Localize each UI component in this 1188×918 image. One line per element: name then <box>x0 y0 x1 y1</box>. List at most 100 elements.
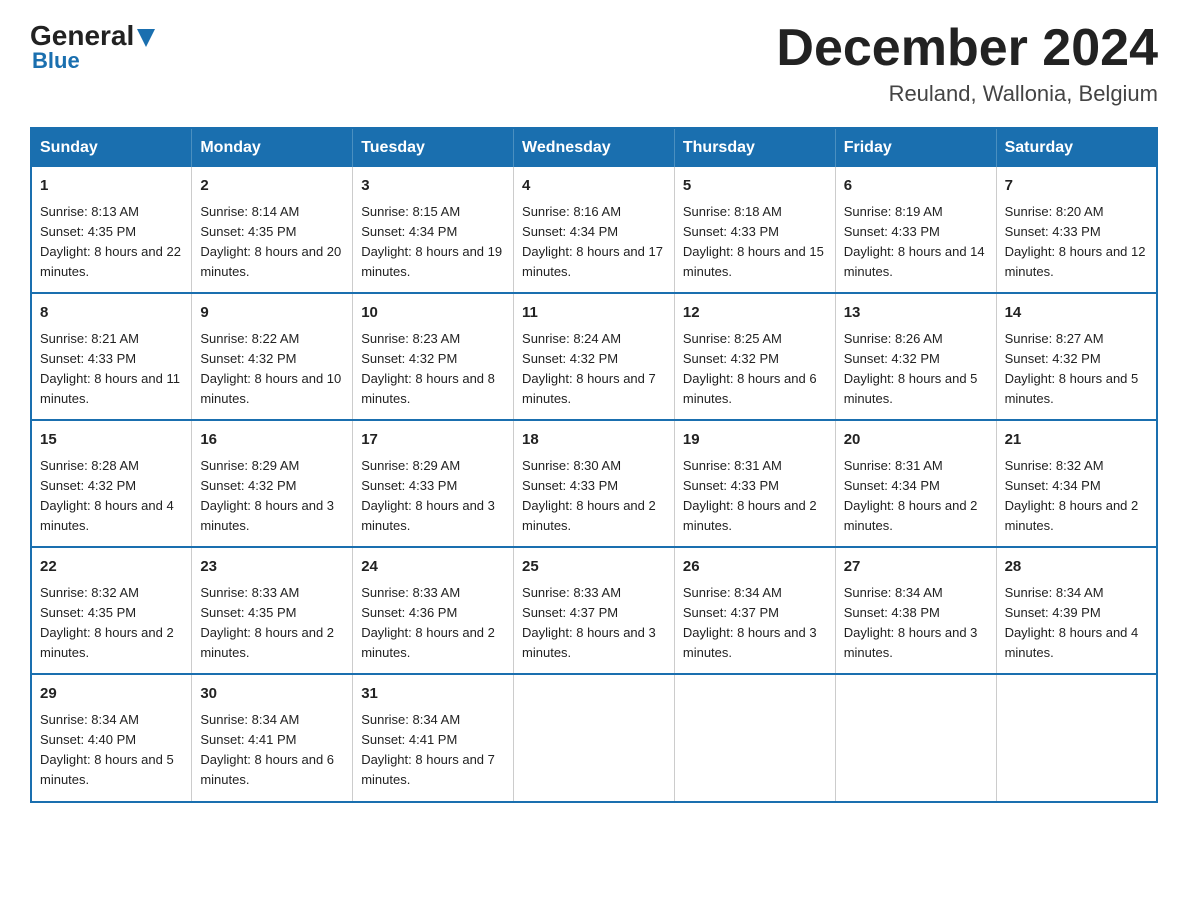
day-info: Sunrise: 8:26 AMSunset: 4:32 PMDaylight:… <box>844 329 988 410</box>
day-info: Sunrise: 8:27 AMSunset: 4:32 PMDaylight:… <box>1005 329 1148 410</box>
day-info: Sunrise: 8:20 AMSunset: 4:33 PMDaylight:… <box>1005 202 1148 283</box>
day-number: 23 <box>200 556 344 579</box>
calendar-header-friday: Friday <box>835 128 996 167</box>
calendar-header-thursday: Thursday <box>674 128 835 167</box>
day-number: 16 <box>200 429 344 452</box>
day-info: Sunrise: 8:13 AMSunset: 4:35 PMDaylight:… <box>40 202 183 283</box>
calendar-cell: 30Sunrise: 8:34 AMSunset: 4:41 PMDayligh… <box>192 674 353 801</box>
location-title: Reuland, Wallonia, Belgium <box>776 81 1158 107</box>
calendar-cell: 17 Sunrise: 8:29 AMSunset: 4:33 PMDayligh… <box>353 420 514 547</box>
day-number: 30 <box>200 683 344 706</box>
calendar-week-1: 1 Sunrise: 8:13 AMSunset: 4:35 PMDaylight… <box>31 167 1157 293</box>
day-info: Sunrise: 8:16 AMSunset: 4:34 PMDaylight:… <box>522 202 666 283</box>
day-info: Sunrise: 8:29 AMSunset: 4:32 PMDaylight:… <box>200 456 344 537</box>
calendar-table: SundayMondayTuesdayWednesdayThursdayFrid… <box>30 127 1158 802</box>
calendar-cell: 4 Sunrise: 8:16 AMSunset: 4:34 PMDaylight… <box>514 167 675 293</box>
calendar-cell <box>674 674 835 801</box>
calendar-cell: 11Sunrise: 8:24 AMSunset: 4:32 PMDayligh… <box>514 293 675 420</box>
day-info: Sunrise: 8:15 AMSunset: 4:34 PMDaylight:… <box>361 202 505 283</box>
title-section: December 2024 Reuland, Wallonia, Belgium <box>776 20 1158 107</box>
calendar-cell: 10Sunrise: 8:23 AMSunset: 4:32 PMDayligh… <box>353 293 514 420</box>
day-number: 24 <box>361 556 505 579</box>
day-number: 17 <box>361 429 505 452</box>
calendar-cell: 2 Sunrise: 8:14 AMSunset: 4:35 PMDaylight… <box>192 167 353 293</box>
day-number: 28 <box>1005 556 1148 579</box>
day-info: Sunrise: 8:34 AMSunset: 4:39 PMDaylight:… <box>1005 583 1148 664</box>
calendar-header-sunday: Sunday <box>31 128 192 167</box>
calendar-cell: 12Sunrise: 8:25 AMSunset: 4:32 PMDayligh… <box>674 293 835 420</box>
day-number: 2 <box>200 175 344 198</box>
page-header: General Blue December 2024 Reuland, Wall… <box>30 20 1158 107</box>
calendar-week-4: 22 Sunrise: 8:32 AMSunset: 4:35 PMDayligh… <box>31 547 1157 674</box>
day-info: Sunrise: 8:23 AMSunset: 4:32 PMDaylight:… <box>361 329 505 410</box>
calendar-cell: 1 Sunrise: 8:13 AMSunset: 4:35 PMDaylight… <box>31 167 192 293</box>
calendar-week-3: 15 Sunrise: 8:28 AMSunset: 4:32 PMDayligh… <box>31 420 1157 547</box>
day-info: Sunrise: 8:33 AMSunset: 4:35 PMDaylight:… <box>200 583 344 664</box>
calendar-cell: 26 Sunrise: 8:34 AMSunset: 4:37 PMDayligh… <box>674 547 835 674</box>
day-info: Sunrise: 8:25 AMSunset: 4:32 PMDaylight:… <box>683 329 827 410</box>
calendar-cell: 31 Sunrise: 8:34 AMSunset: 4:41 PMDayligh… <box>353 674 514 801</box>
day-info: Sunrise: 8:19 AMSunset: 4:33 PMDaylight:… <box>844 202 988 283</box>
day-number: 6 <box>844 175 988 198</box>
day-info: Sunrise: 8:34 AMSunset: 4:37 PMDaylight:… <box>683 583 827 664</box>
calendar-header-tuesday: Tuesday <box>353 128 514 167</box>
day-number: 26 <box>683 556 827 579</box>
calendar-week-2: 8 Sunrise: 8:21 AMSunset: 4:33 PMDaylight… <box>31 293 1157 420</box>
day-info: Sunrise: 8:14 AMSunset: 4:35 PMDaylight:… <box>200 202 344 283</box>
day-number: 31 <box>361 683 505 706</box>
day-number: 22 <box>40 556 183 579</box>
day-number: 25 <box>522 556 666 579</box>
calendar-cell <box>835 674 996 801</box>
calendar-cell: 8 Sunrise: 8:21 AMSunset: 4:33 PMDaylight… <box>31 293 192 420</box>
calendar-cell: 5Sunrise: 8:18 AMSunset: 4:33 PMDaylight… <box>674 167 835 293</box>
day-number: 14 <box>1005 302 1148 325</box>
day-number: 8 <box>40 302 183 325</box>
day-info: Sunrise: 8:33 AMSunset: 4:36 PMDaylight:… <box>361 583 505 664</box>
calendar-cell: 22 Sunrise: 8:32 AMSunset: 4:35 PMDayligh… <box>31 547 192 674</box>
day-number: 20 <box>844 429 988 452</box>
calendar-cell: 18Sunrise: 8:30 AMSunset: 4:33 PMDayligh… <box>514 420 675 547</box>
calendar-header-monday: Monday <box>192 128 353 167</box>
day-number: 9 <box>200 302 344 325</box>
calendar-cell: 20 Sunrise: 8:31 AMSunset: 4:34 PMDayligh… <box>835 420 996 547</box>
calendar-cell: 27Sunrise: 8:34 AMSunset: 4:38 PMDayligh… <box>835 547 996 674</box>
calendar-cell: 6 Sunrise: 8:19 AMSunset: 4:33 PMDaylight… <box>835 167 996 293</box>
day-info: Sunrise: 8:31 AMSunset: 4:33 PMDaylight:… <box>683 456 827 537</box>
calendar-cell: 23 Sunrise: 8:33 AMSunset: 4:35 PMDayligh… <box>192 547 353 674</box>
calendar-cell <box>996 674 1157 801</box>
calendar-cell: 25 Sunrise: 8:33 AMSunset: 4:37 PMDayligh… <box>514 547 675 674</box>
month-title: December 2024 <box>776 20 1158 77</box>
day-number: 7 <box>1005 175 1148 198</box>
calendar-week-5: 29 Sunrise: 8:34 AMSunset: 4:40 PMDayligh… <box>31 674 1157 801</box>
calendar-cell: 24 Sunrise: 8:33 AMSunset: 4:36 PMDayligh… <box>353 547 514 674</box>
calendar-cell: 28 Sunrise: 8:34 AMSunset: 4:39 PMDayligh… <box>996 547 1157 674</box>
calendar-cell <box>514 674 675 801</box>
day-info: Sunrise: 8:32 AMSunset: 4:34 PMDaylight:… <box>1005 456 1148 537</box>
day-info: Sunrise: 8:24 AMSunset: 4:32 PMDaylight:… <box>522 329 666 410</box>
day-info: Sunrise: 8:21 AMSunset: 4:33 PMDaylight:… <box>40 329 183 410</box>
calendar-cell: 29 Sunrise: 8:34 AMSunset: 4:40 PMDayligh… <box>31 674 192 801</box>
day-info: Sunrise: 8:34 AMSunset: 4:41 PMDaylight:… <box>361 710 505 791</box>
day-number: 15 <box>40 429 183 452</box>
calendar-cell: 14 Sunrise: 8:27 AMSunset: 4:32 PMDayligh… <box>996 293 1157 420</box>
day-number: 1 <box>40 175 183 198</box>
day-info: Sunrise: 8:28 AMSunset: 4:32 PMDaylight:… <box>40 456 183 537</box>
calendar-cell: 9 Sunrise: 8:22 AMSunset: 4:32 PMDaylight… <box>192 293 353 420</box>
calendar-cell: 19 Sunrise: 8:31 AMSunset: 4:33 PMDayligh… <box>674 420 835 547</box>
day-info: Sunrise: 8:29 AMSunset: 4:33 PMDaylight:… <box>361 456 505 537</box>
day-info: Sunrise: 8:18 AMSunset: 4:33 PMDaylight:… <box>683 202 827 283</box>
logo-blue: Blue <box>30 48 80 74</box>
day-info: Sunrise: 8:22 AMSunset: 4:32 PMDaylight:… <box>200 329 344 410</box>
day-number: 18 <box>522 429 666 452</box>
calendar-header-saturday: Saturday <box>996 128 1157 167</box>
calendar-cell: 16 Sunrise: 8:29 AMSunset: 4:32 PMDayligh… <box>192 420 353 547</box>
day-info: Sunrise: 8:33 AMSunset: 4:37 PMDaylight:… <box>522 583 666 664</box>
day-info: Sunrise: 8:34 AMSunset: 4:40 PMDaylight:… <box>40 710 183 791</box>
day-number: 4 <box>522 175 666 198</box>
day-number: 29 <box>40 683 183 706</box>
day-number: 19 <box>683 429 827 452</box>
day-info: Sunrise: 8:32 AMSunset: 4:35 PMDaylight:… <box>40 583 183 664</box>
day-info: Sunrise: 8:34 AMSunset: 4:38 PMDaylight:… <box>844 583 988 664</box>
calendar-header-wednesday: Wednesday <box>514 128 675 167</box>
day-info: Sunrise: 8:31 AMSunset: 4:34 PMDaylight:… <box>844 456 988 537</box>
